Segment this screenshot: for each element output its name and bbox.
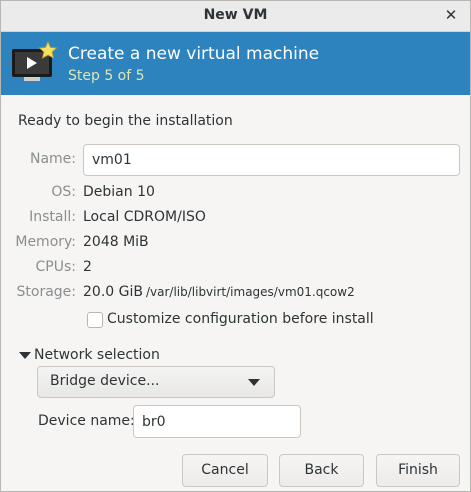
storage-value: 20.0 GiB/var/lib/libvirt/images/vm01.qco… xyxy=(83,284,355,300)
storage-path: /var/lib/libvirt/images/vm01.qcow2 xyxy=(145,285,355,299)
customize-checkbox-label[interactable]: Customize configuration before install xyxy=(107,311,374,327)
install-label: Install: xyxy=(29,209,76,225)
finish-button[interactable]: Finish xyxy=(376,454,460,487)
storage-size: 20.0 GiB xyxy=(83,284,143,300)
cancel-button[interactable]: Cancel xyxy=(182,454,268,487)
name-input-value: vm01 xyxy=(92,152,132,168)
back-button[interactable]: Back xyxy=(279,454,364,487)
storage-label: Storage: xyxy=(16,284,77,300)
window-title: New VM xyxy=(203,7,268,23)
vm-monitor-star-icon xyxy=(12,41,58,81)
network-source-value: Bridge device... xyxy=(50,373,160,389)
ready-heading: Ready to begin the installation xyxy=(18,113,233,129)
name-input[interactable]: vm01 xyxy=(83,144,460,176)
chevron-down-icon xyxy=(248,379,260,386)
memory-value: 2048 MiB xyxy=(83,234,149,250)
os-label: OS: xyxy=(51,184,76,200)
os-value: Debian 10 xyxy=(83,184,155,200)
header-step: Step 5 of 5 xyxy=(68,68,145,84)
cpus-value: 2 xyxy=(83,259,92,275)
device-name-value: br0 xyxy=(142,413,166,430)
name-label: Name: xyxy=(29,151,76,167)
customize-checkbox[interactable] xyxy=(87,312,103,328)
network-expander[interactable]: Network selection xyxy=(34,347,160,363)
network-source-dropdown[interactable]: Bridge device... xyxy=(37,366,275,398)
close-icon[interactable]: ✕ xyxy=(442,6,460,24)
cpus-label: CPUs: xyxy=(35,259,76,275)
header-banner: Create a new virtual machine Step 5 of 5 xyxy=(1,32,470,95)
memory-label: Memory: xyxy=(15,234,76,250)
install-value: Local CDROM/ISO xyxy=(83,209,206,225)
device-name-label: Device name: xyxy=(38,413,135,429)
device-name-input[interactable]: br0 xyxy=(133,405,301,438)
new-vm-dialog: New VM ✕ Create a new virtual machine St… xyxy=(0,0,471,492)
expander-arrow-icon[interactable] xyxy=(19,352,31,359)
header-title: Create a new virtual machine xyxy=(68,44,320,64)
title-bar[interactable]: New VM ✕ xyxy=(1,1,470,32)
